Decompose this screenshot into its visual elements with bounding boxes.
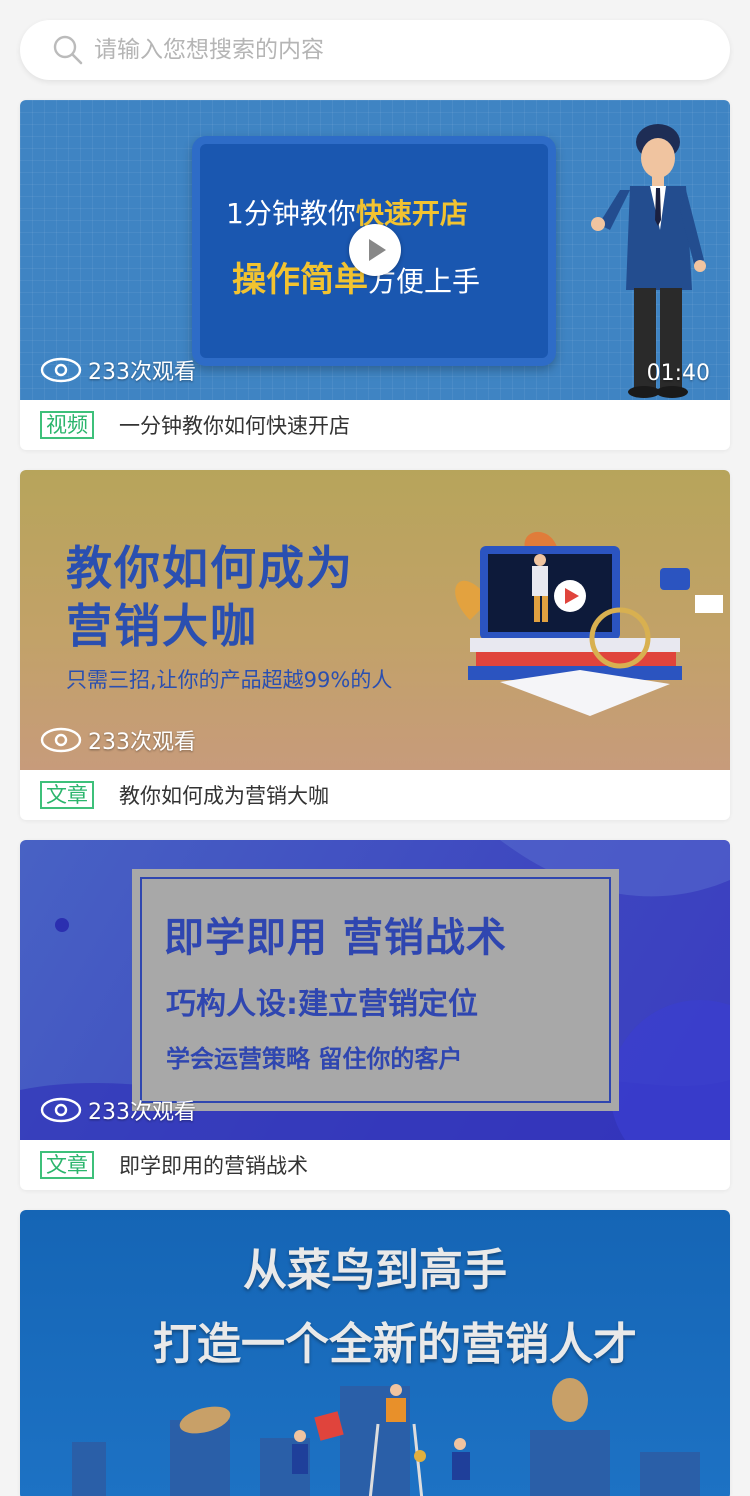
article-thumbnail[interactable]: 教你如何成为 营销大咖 只需三招,让你的产品超越99%的人 233次观看 xyxy=(20,470,730,770)
eye-icon xyxy=(40,1097,82,1123)
view-count-text: 233次观看 xyxy=(88,360,196,385)
play-icon[interactable] xyxy=(349,224,401,276)
search-bar[interactable] xyxy=(20,20,730,80)
type-badge: 视频 xyxy=(40,411,94,439)
type-badge: 文章 xyxy=(40,781,94,809)
article-thumbnail[interactable]: 从菜鸟到高手 打造一个全新的营销人才 xyxy=(20,1210,730,1496)
card-title[interactable]: 教你如何成为营销大咖 xyxy=(119,780,329,810)
card-info: 文章 即学即用的营销战术 xyxy=(20,1140,730,1190)
search-icon xyxy=(53,35,83,65)
banner-headline: 教你如何成为 xyxy=(66,541,354,595)
banner-line: 学会运营策略 留住你的客户 xyxy=(166,1045,463,1073)
card-info: 文章 教你如何成为营销大咖 xyxy=(20,770,730,820)
card-info: 视频 一分钟教你如何快速开店 xyxy=(20,400,730,450)
content-card-article[interactable]: 教你如何成为 营销大咖 只需三招,让你的产品超越99%的人 233次观看 文章 … xyxy=(20,470,730,820)
banner-text: 1分钟教你 xyxy=(226,197,356,230)
banner-line: 从菜鸟到高手 xyxy=(243,1245,507,1296)
presenter-illustration xyxy=(591,124,706,398)
banner-subline: 只需三招,让你的产品超越99%的人 xyxy=(66,668,393,692)
view-count-text: 233次观看 xyxy=(88,1100,196,1125)
content-card[interactable]: 从菜鸟到高手 打造一个全新的营销人才 xyxy=(20,1210,730,1496)
view-count-text: 233次观看 xyxy=(88,730,196,755)
books-video-illustration xyxy=(455,531,723,716)
eye-icon xyxy=(40,357,82,383)
view-count: 233次观看 xyxy=(40,724,196,756)
view-count: 233次观看 xyxy=(40,354,196,386)
card-title[interactable]: 即学即用的营销战术 xyxy=(119,1150,308,1180)
article-thumbnail[interactable]: 即学即用 营销战术 巧构人设:建立营销定位 学会运营策略 留住你的客户 233次… xyxy=(20,840,730,1140)
banner-line: 巧构人设:建立营销定位 xyxy=(166,987,478,1022)
banner-headline: 营销大咖 xyxy=(66,599,258,653)
type-badge: 文章 xyxy=(40,1151,94,1179)
card-title[interactable]: 一分钟教你如何快速开店 xyxy=(119,410,350,440)
content-card-article[interactable]: 即学即用 营销战术 巧构人设:建立营销定位 学会运营策略 留住你的客户 233次… xyxy=(20,840,730,1190)
banner-highlight: 操作简单 xyxy=(232,260,368,300)
eye-icon xyxy=(40,727,82,753)
view-count: 233次观看 xyxy=(40,1094,196,1126)
banner-line: 即学即用 营销战术 xyxy=(164,915,507,961)
video-thumbnail[interactable]: 1分钟教你快速开店 操作简单方便上手 233次观看 01:40 xyxy=(20,100,730,400)
search-input[interactable] xyxy=(94,37,654,63)
video-duration: 01:40 xyxy=(646,361,710,386)
city-team-illustration xyxy=(72,1378,700,1496)
content-card-video[interactable]: 1分钟教你快速开店 操作简单方便上手 233次观看 01:40 视频 一分钟教你… xyxy=(20,100,730,450)
banner-line: 打造一个全新的营销人才 xyxy=(153,1319,637,1370)
banner-frame: 即学即用 营销战术 巧构人设:建立营销定位 学会运营策略 留住你的客户 xyxy=(132,869,619,1111)
